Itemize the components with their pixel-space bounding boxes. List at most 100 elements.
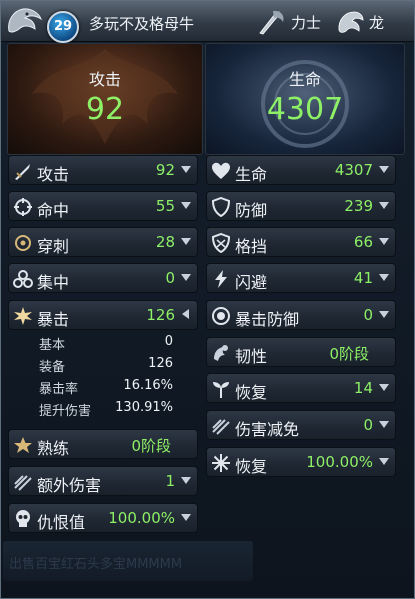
stat-value: 100.00% <box>108 509 175 527</box>
stat-row-recovery[interactable]: 恢复 100.00% <box>206 447 396 477</box>
detail-label: 暴击率 <box>39 382 79 397</box>
stat-label: 仇恨值 <box>37 513 86 532</box>
toughness-icon <box>214 345 228 361</box>
expand-arrow-icon[interactable] <box>379 238 389 245</box>
stat-row-hp[interactable]: 生命 4307 <box>206 155 396 185</box>
stat-value: 239 <box>344 197 373 215</box>
stat-value: 41 <box>353 269 373 287</box>
expand-arrow-icon[interactable] <box>181 274 191 281</box>
stat-label: 伤害减免 <box>235 420 300 439</box>
stat-value: 0阶段 <box>131 437 171 455</box>
dragon-emblem-icon <box>8 8 42 33</box>
expand-arrow-icon[interactable] <box>379 202 389 209</box>
stat-row-block[interactable]: 格挡 66 <box>206 227 396 257</box>
attack-banner-value: 92 <box>85 92 125 127</box>
crosshair-icon <box>14 198 32 216</box>
stat-row-crit-defense[interactable]: 暴击防御 0 <box>206 300 396 330</box>
stat-value: 55 <box>155 197 175 215</box>
crit-detail-row: 暴击率 16.16% <box>39 378 173 397</box>
stat-row-defense[interactable]: 防御 239 <box>206 191 396 221</box>
footer-text: 出售百宝红石头多宝MMMMM <box>9 557 183 572</box>
stat-label: 熟练 <box>37 439 70 458</box>
expand-arrow-icon[interactable] <box>181 238 191 245</box>
stat-row-focus[interactable]: 集中 0 <box>8 263 198 293</box>
stat-row-enmity[interactable]: 仇恨值 100.00% <box>8 503 198 533</box>
detail-label: 装备 <box>39 360 66 375</box>
footer-chat-strip: 出售百宝红石头多宝MMMMM <box>3 541 253 581</box>
expand-arrow-icon[interactable] <box>181 514 191 521</box>
focus-icon <box>13 270 33 288</box>
expand-arrow-icon[interactable] <box>379 166 389 173</box>
shield-icon <box>211 197 231 217</box>
heart-icon <box>212 162 230 179</box>
stat-row-toughness[interactable]: 韧性 0阶段 <box>206 337 396 367</box>
stat-value: 0 <box>363 306 373 324</box>
pierce-icon <box>15 235 31 251</box>
attack-banner: 攻击 92 <box>7 43 203 155</box>
race-label: 龙 <box>369 13 385 32</box>
expand-arrow-icon[interactable] <box>181 202 191 209</box>
character-stats-panel: 29 多玩不及格母牛 力士 龙 攻击 92 生命 4307 攻击 92 命中 5… <box>0 0 415 599</box>
stat-value: 0 <box>363 416 373 434</box>
detail-value: 0 <box>164 334 173 349</box>
block-icon <box>211 233 231 253</box>
detail-label: 提升伤害 <box>39 404 92 419</box>
detail-value: 126 <box>148 356 173 371</box>
stat-row-pierce[interactable]: 穿刺 28 <box>8 227 198 257</box>
detail-value: 16.16% <box>123 378 173 393</box>
expand-arrow-icon[interactable] <box>181 477 191 484</box>
expand-arrow-icon[interactable] <box>181 166 191 173</box>
regen-icon <box>213 382 229 398</box>
stat-label: 韧性 <box>235 347 268 366</box>
stat-row-mastery[interactable]: 熟练 0阶段 <box>8 429 198 459</box>
expand-arrow-icon[interactable] <box>379 458 389 465</box>
expand-arrow-icon[interactable] <box>379 274 389 281</box>
stat-label: 恢复 <box>235 383 268 402</box>
stat-label: 格挡 <box>235 237 268 256</box>
player-name: 多玩不及格母牛 <box>89 15 195 33</box>
stat-value: 0阶段 <box>329 345 369 363</box>
expand-arrow-icon[interactable] <box>379 311 389 318</box>
stat-value: 0 <box>165 269 175 287</box>
stat-row-extra-damage[interactable]: 额外伤害 1 <box>8 466 198 496</box>
crit-detail-row: 提升伤害 130.91% <box>39 400 173 419</box>
stat-label: 闪避 <box>235 273 268 292</box>
collapse-arrow-icon[interactable] <box>182 309 189 319</box>
stat-label: 生命 <box>235 165 268 184</box>
stat-row-accuracy[interactable]: 命中 55 <box>8 191 198 221</box>
crit-defense-icon <box>212 307 230 325</box>
stat-row-attack[interactable]: 攻击 92 <box>8 155 198 185</box>
stat-label: 额外伤害 <box>37 476 102 495</box>
stat-row-regen[interactable]: 恢复 14 <box>206 373 396 403</box>
stat-label: 攻击 <box>37 165 70 184</box>
burst-icon <box>14 307 32 325</box>
detail-label: 基本 <box>39 338 66 353</box>
stat-label: 命中 <box>37 201 70 220</box>
class-label: 力士 <box>291 13 322 32</box>
extra-damage-icon <box>14 475 32 491</box>
race-info: 龙 <box>335 7 384 37</box>
mastery-icon <box>14 437 32 453</box>
stat-value: 66 <box>353 233 373 251</box>
expand-arrow-icon[interactable] <box>379 421 389 428</box>
stat-value: 126 <box>146 306 175 324</box>
stat-row-damage-reduction[interactable]: 伤害减免 0 <box>206 410 396 440</box>
stat-value: 100.00% <box>306 453 373 471</box>
skull-icon <box>16 510 30 527</box>
stat-row-evasion[interactable]: 闪避 41 <box>206 263 396 293</box>
hp-banner-value: 4307 <box>266 92 344 127</box>
stat-label: 暴击 <box>37 310 70 329</box>
stat-value: 1 <box>165 472 175 490</box>
evade-icon <box>215 270 227 288</box>
stat-value: 92 <box>155 161 175 179</box>
hp-banner: 生命 4307 <box>205 43 405 155</box>
stat-value: 4307 <box>334 161 373 179</box>
attack-banner-title: 攻击 <box>88 70 121 89</box>
stat-row-critical[interactable]: 暴击 126 <box>8 300 198 330</box>
stat-label: 防御 <box>235 201 268 220</box>
crit-detail-row: 装备 126 <box>39 356 173 375</box>
detail-value: 130.91% <box>115 400 173 415</box>
expand-arrow-icon[interactable] <box>379 384 389 391</box>
sword-icon <box>15 164 30 180</box>
level-badge: 29 <box>47 11 79 43</box>
